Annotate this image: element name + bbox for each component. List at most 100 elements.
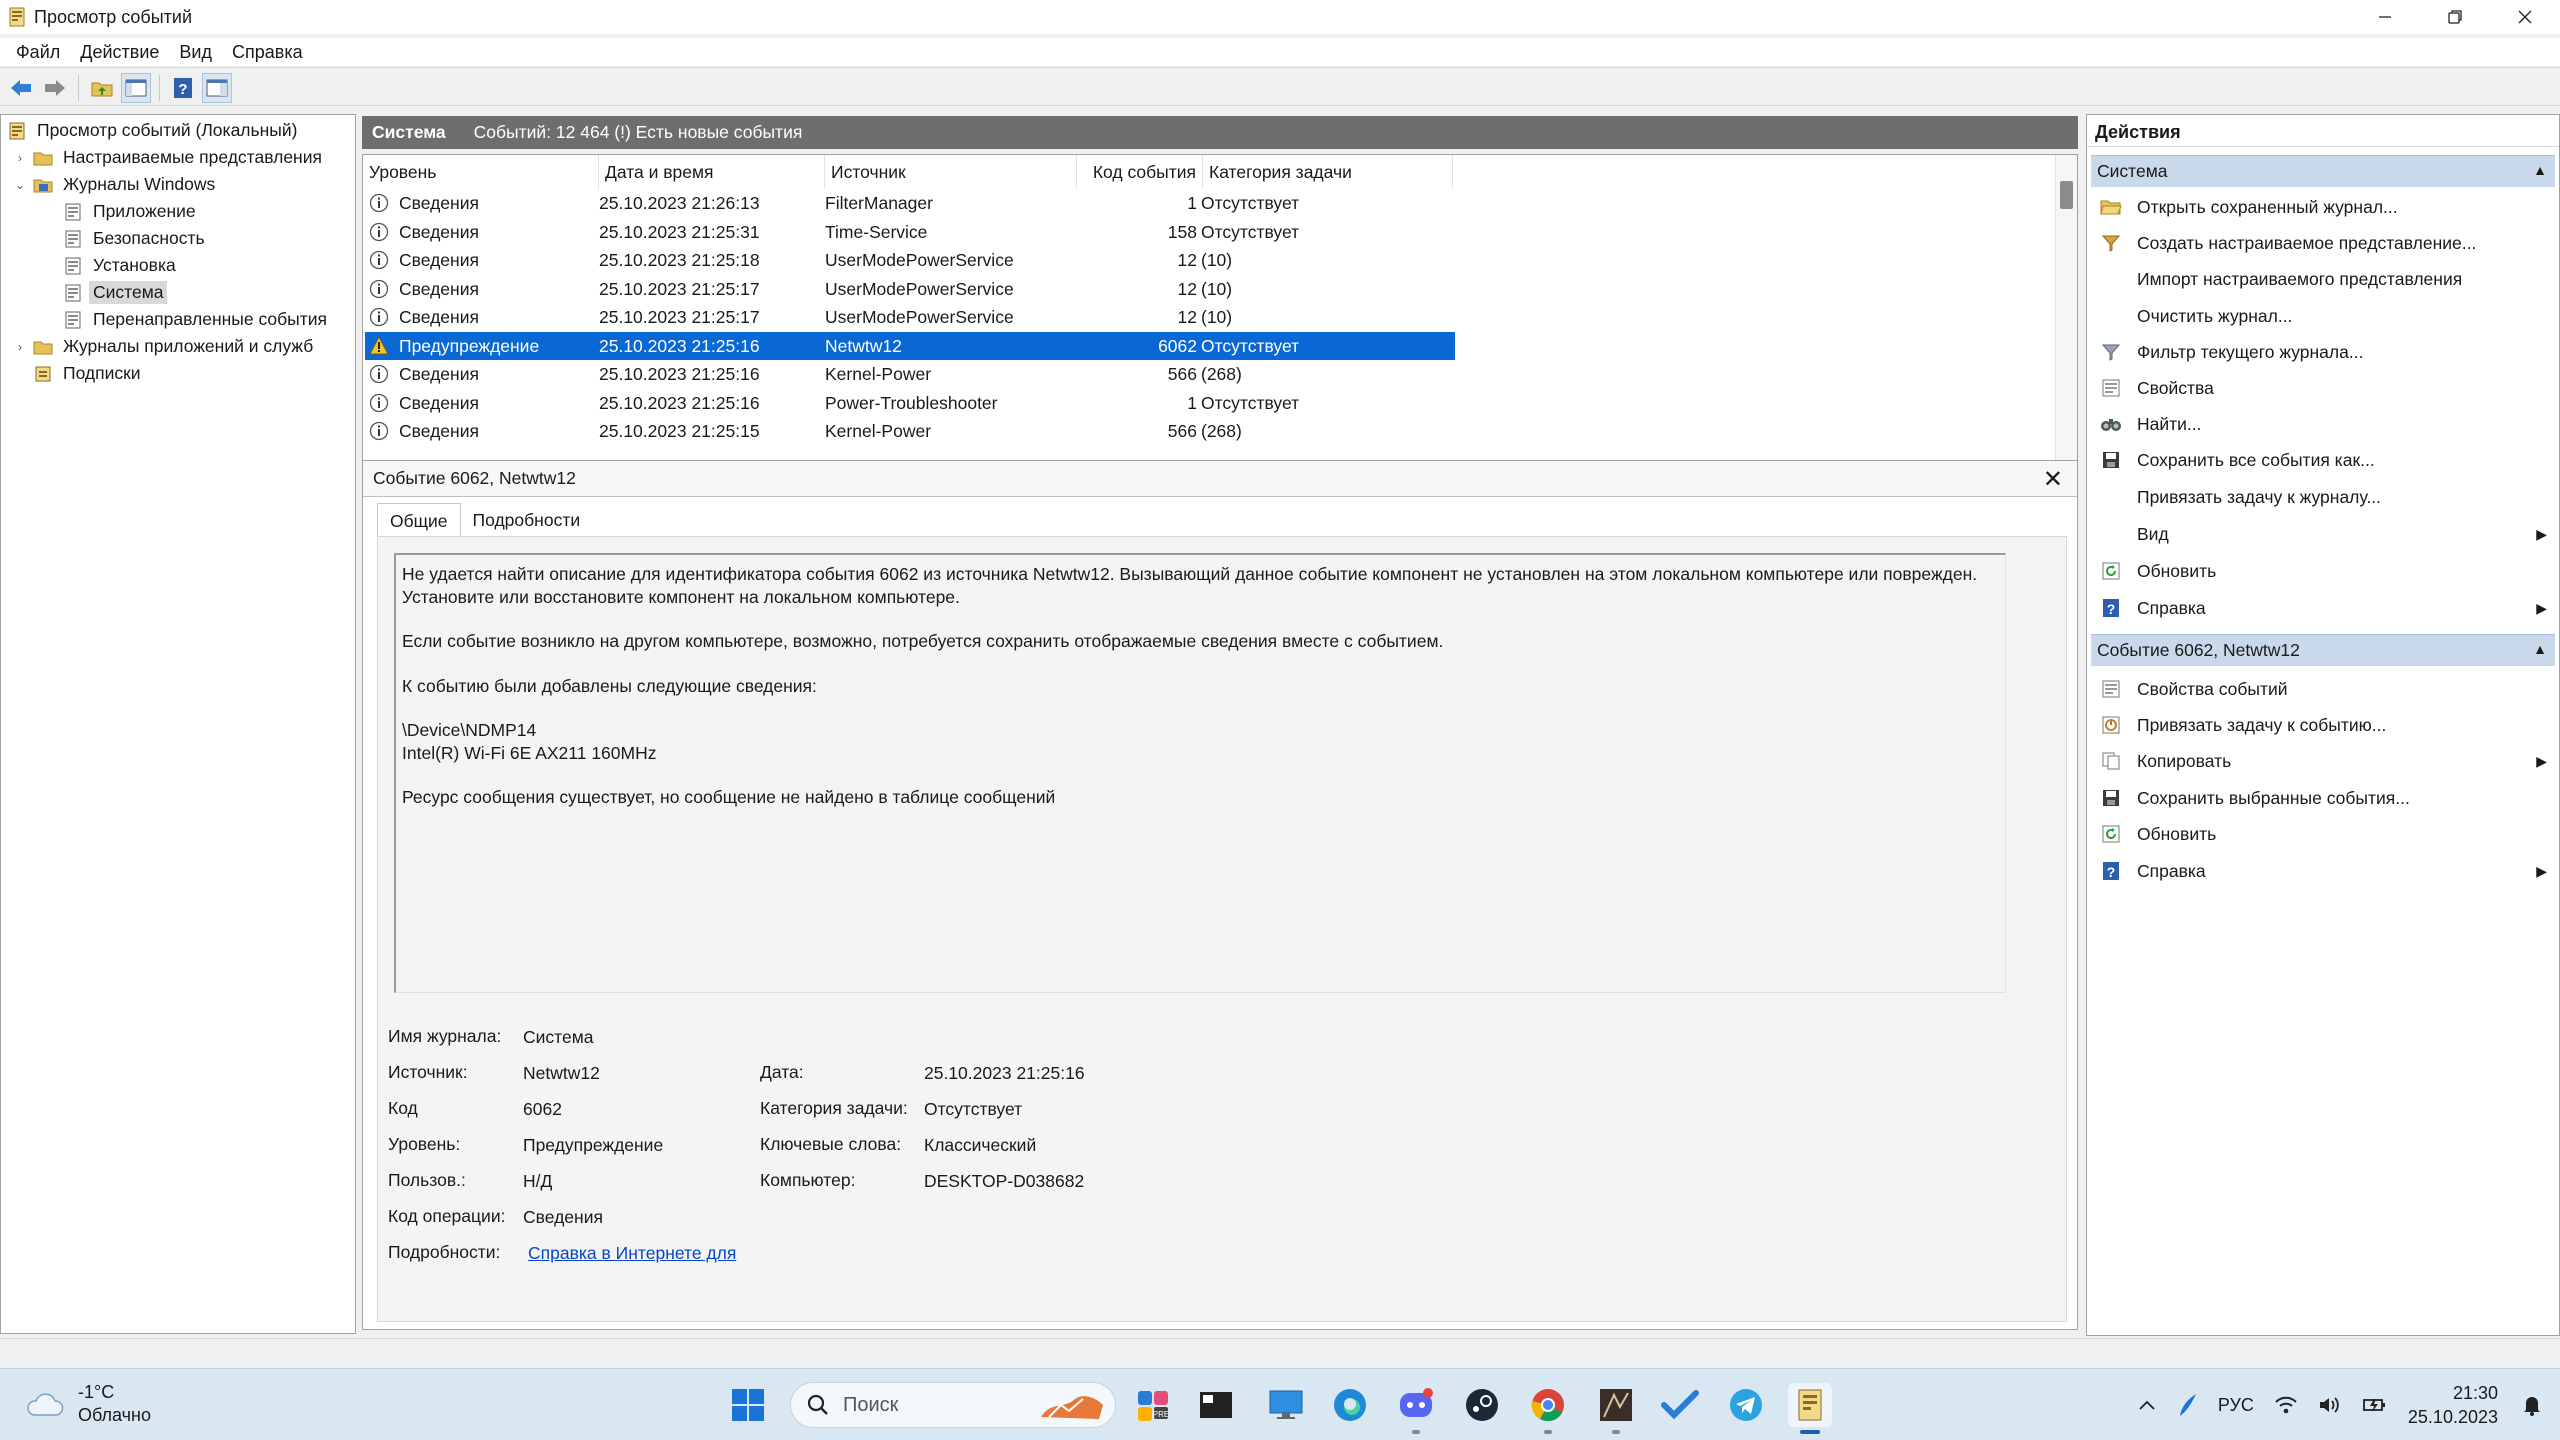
taskbar-search[interactable]: Поиск [790, 1382, 1116, 1428]
log-icon [65, 230, 81, 247]
tree-item-custom-views[interactable]: › Настраиваемые представления [13, 144, 326, 171]
action-open-saved-log[interactable]: Открыть сохраненный журнал... [2091, 189, 2555, 225]
column-header-event-id[interactable]: Код события [1077, 155, 1203, 189]
collapse-chevron-icon[interactable]: ⌄ [13, 178, 27, 192]
tree-item-windows-logs[interactable]: ⌄ Журналы Windows [13, 171, 219, 198]
wifi-icon[interactable] [2274, 1395, 2298, 1415]
forward-button[interactable] [40, 73, 70, 103]
weather-widget[interactable]: -1°C Облачно [24, 1381, 151, 1427]
event-description[interactable]: Не удается найти описание для идентифика… [394, 553, 2006, 993]
column-header-task-category[interactable]: Категория задачи [1203, 155, 1453, 189]
menu-view[interactable]: Вид [169, 42, 222, 63]
bluetooth-feather-icon[interactable] [2176, 1392, 2198, 1418]
action-create-custom-view[interactable]: Создать настраиваемое представление... [2091, 225, 2555, 261]
action-attach-task-to-log[interactable]: Привязать задачу к журналу... [2091, 479, 2555, 515]
action-help-event-submenu[interactable]: ? Справка ▶ [2091, 853, 2555, 889]
action-label: Свойства событий [2137, 678, 2288, 699]
prop-label-log-name: Имя журнала: [388, 1026, 502, 1046]
event-row[interactable]: Сведения 25.10.2023 21:25:17 UserModePower… [365, 275, 1455, 303]
action-properties[interactable]: Свойства [2091, 370, 2555, 406]
expand-chevron-icon[interactable]: › [13, 340, 27, 354]
event-row[interactable]: Сведения 25.10.2023 21:26:13 FilterManager… [365, 189, 1455, 217]
menu-help[interactable]: Справка [222, 42, 313, 63]
event-row[interactable]: Сведения 25.10.2023 21:25:16 Power-Trouble… [365, 389, 1455, 417]
event-row[interactable]: Сведения 25.10.2023 21:25:18 UserModePower… [365, 246, 1455, 274]
back-button[interactable] [6, 73, 36, 103]
column-header-level[interactable]: Уровень [363, 155, 599, 189]
show-hide-action-pane-button[interactable] [202, 72, 232, 103]
running-indicator [1544, 1430, 1552, 1434]
online-help-link[interactable]: Справка в Интернете для [528, 1243, 736, 1264]
collapse-up-icon[interactable]: ▲ [2533, 162, 2547, 178]
action-refresh[interactable]: Обновить [2091, 553, 2555, 589]
action-view-submenu[interactable]: Вид ▶ [2091, 516, 2555, 552]
prop-value-computer: DESKTOP-D038682 [924, 1171, 1085, 1191]
taskbar-app-todo[interactable] [1658, 1383, 1702, 1427]
taskbar-app-chrome[interactable] [1526, 1383, 1570, 1434]
taskbar-app-steam[interactable] [1460, 1383, 1504, 1427]
action-copy-submenu[interactable]: Копировать ▶ [2091, 743, 2555, 779]
taskbar-app-game[interactable] [1594, 1383, 1638, 1434]
taskbar-app-file-explorer[interactable] [1194, 1383, 1238, 1427]
battery-charging-icon[interactable] [2362, 1395, 2388, 1415]
help-button[interactable]: ? [168, 73, 198, 103]
cell-task-category: Отсутствует [1201, 392, 1300, 413]
actions-group-event[interactable]: Событие 6062, Netwtw12 ▲ [2091, 634, 2555, 666]
scrollbar-thumb[interactable] [2060, 181, 2073, 209]
action-import-custom-view[interactable]: Импорт настраиваемого представления [2091, 261, 2555, 297]
action-refresh-event[interactable]: Обновить [2091, 816, 2555, 852]
action-help-submenu[interactable]: ? Справка ▶ [2091, 590, 2555, 626]
action-save-all-events[interactable]: Сохранить все события как... [2091, 442, 2555, 478]
column-header-datetime[interactable]: Дата и время [599, 155, 825, 189]
taskbar-app-event-viewer[interactable] [1788, 1383, 1832, 1434]
column-header-source[interactable]: Источник [825, 155, 1077, 189]
tree-item-forwarded-events[interactable]: Перенаправленные события [63, 306, 331, 333]
action-find[interactable]: Найти... [2091, 406, 2555, 442]
actions-group-system[interactable]: Система ▲ [2091, 155, 2555, 187]
up-level-button[interactable] [87, 73, 117, 103]
show-hidden-icons-chevron-icon[interactable] [2138, 1399, 2156, 1411]
tree-item-app-service-logs[interactable]: › Журналы приложений и служб [13, 333, 317, 360]
filter-icon [2099, 340, 2123, 364]
tree-item-system[interactable]: Система [63, 279, 168, 306]
restore-button[interactable] [2420, 0, 2490, 34]
action-event-properties[interactable]: Свойства событий [2091, 671, 2555, 707]
expand-chevron-icon[interactable]: › [13, 151, 27, 165]
minimize-button[interactable] [2350, 0, 2420, 34]
menu-file[interactable]: Файл [6, 42, 70, 63]
taskbar-app-telegram[interactable] [1724, 1383, 1768, 1427]
action-clear-log[interactable]: Очистить журнал... [2091, 298, 2555, 334]
taskbar-app-discord[interactable] [1394, 1383, 1438, 1434]
action-attach-task-to-event[interactable]: Привязать задачу к событию... [2091, 707, 2555, 743]
event-row[interactable]: Сведения 25.10.2023 21:25:17 UserModePower… [365, 303, 1455, 331]
taskbar-app-remote-desktop[interactable] [1264, 1383, 1308, 1427]
taskbar-clock[interactable]: 21:30 25.10.2023 [2408, 1381, 2498, 1429]
taskbar-app-copilot[interactable]: PRE [1132, 1383, 1176, 1427]
tree-item-event-viewer-local[interactable]: Просмотр событий (Локальный) [7, 117, 301, 144]
taskbar-app-edge[interactable] [1328, 1383, 1372, 1427]
prop-value-level: Предупреждение [523, 1135, 664, 1155]
tree-item-security[interactable]: Безопасность [63, 225, 209, 252]
action-save-selected-events[interactable]: Сохранить выбранные события... [2091, 780, 2555, 816]
close-detail-icon[interactable]: ✕ [2043, 465, 2063, 494]
tab-details[interactable]: Подробности [461, 503, 593, 537]
cell-datetime: 25.10.2023 21:25:16 [599, 364, 760, 384]
menu-action[interactable]: Действие [70, 42, 169, 63]
collapse-up-icon[interactable]: ▲ [2533, 641, 2547, 657]
tree-item-subscriptions[interactable]: Подписки [33, 360, 145, 387]
notification-bell-icon[interactable] [2522, 1394, 2542, 1416]
event-row[interactable]: Сведения 25.10.2023 21:25:16 Kernel-Power 5… [365, 360, 1455, 388]
event-row[interactable]: Предупреждение 25.10.2023 21:25:16 Netwtw1… [365, 331, 1455, 360]
tree-item-setup[interactable]: Установка [63, 252, 180, 279]
close-button[interactable] [2490, 0, 2560, 34]
tab-general[interactable]: Общие [377, 503, 461, 537]
cell-event-id: 12 [1177, 250, 1197, 270]
language-indicator[interactable]: РУС [2218, 1395, 2254, 1416]
show-hide-tree-button[interactable] [121, 72, 151, 103]
event-row[interactable]: Сведения 25.10.2023 21:25:31 Time-Service 1… [365, 218, 1455, 246]
event-row[interactable]: Сведения 25.10.2023 21:25:15 Kernel-Power 5… [365, 417, 1455, 445]
volume-icon[interactable] [2318, 1395, 2342, 1415]
start-button[interactable] [726, 1383, 770, 1427]
action-filter-current-log[interactable]: Фильтр текущего журнала... [2091, 334, 2555, 370]
tree-item-application[interactable]: Приложение [63, 198, 200, 225]
